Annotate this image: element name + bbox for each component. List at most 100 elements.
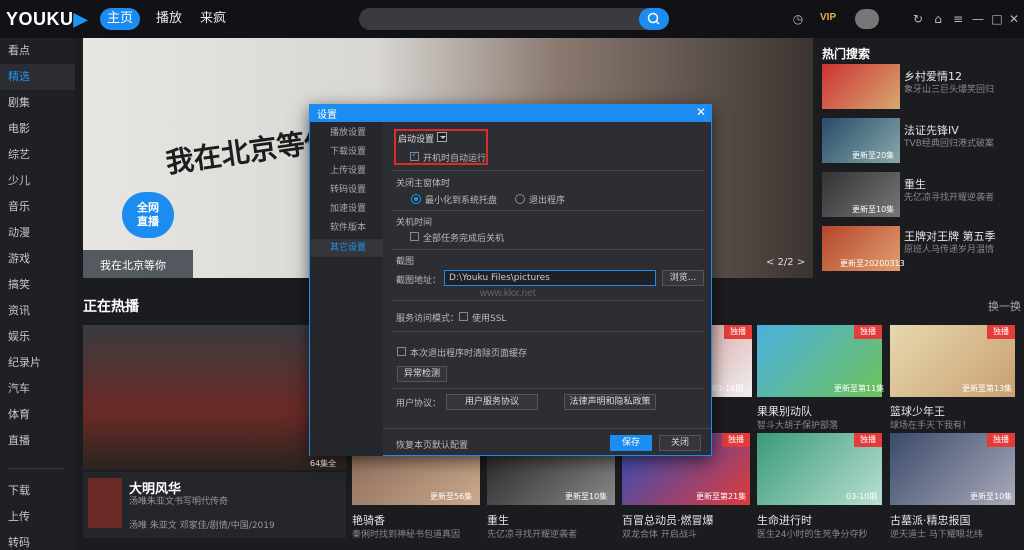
sidebar-item-upload[interactable]: 上传	[0, 504, 75, 530]
exclusive-badge: 独播	[722, 433, 750, 447]
privacy-policy-button[interactable]: 法律声明和隐私政策	[564, 394, 656, 410]
exclusive-badge: 独播	[854, 433, 882, 447]
history-clock-icon[interactable]: ◷	[790, 11, 806, 27]
sidebar-item-movies[interactable]: 电影	[0, 116, 75, 142]
window-close-icon[interactable]: ✕	[1006, 11, 1022, 27]
sidebar-item-variety[interactable]: 综艺	[0, 142, 75, 168]
startup-section-label: 启动设置	[398, 135, 435, 145]
dialog-nav-version[interactable]: 软件版本	[310, 219, 383, 237]
restore-default-link[interactable]: 恢复本页默认配置	[396, 438, 468, 451]
autostart-checkbox[interactable]	[410, 150, 419, 161]
feature-episode: 64集全	[310, 459, 337, 468]
avatar[interactable]	[855, 9, 879, 29]
card-episode: 更新至第13集	[962, 384, 1013, 393]
search-input[interactable]	[359, 8, 669, 30]
card-desc: 双龙合体 开启战斗	[622, 530, 697, 540]
minimize-icon[interactable]: —	[970, 11, 986, 27]
nav-laifeng[interactable]: 来疯	[196, 8, 230, 30]
vip-label[interactable]: VIP	[820, 12, 836, 23]
card-episode: 更新至第21集	[696, 492, 747, 501]
screenshot-path-input[interactable]: D:\Youku Files\pictures	[444, 270, 656, 286]
search-button[interactable]	[639, 8, 669, 30]
radio-exit-label: 退出程序	[529, 196, 566, 206]
divider	[392, 388, 704, 389]
maximize-icon[interactable]: □	[989, 11, 1005, 27]
dialog-titlebar[interactable]	[309, 104, 712, 122]
refresh-link[interactable]: 换一换	[988, 298, 1021, 314]
sidebar-item-kandian[interactable]: 看点	[0, 38, 75, 64]
hot-search-thumb[interactable]	[822, 64, 900, 109]
card-title[interactable]: 篮球少年王	[890, 403, 945, 419]
close-button[interactable]: 关闭	[659, 435, 701, 451]
close-main-label: 关闭主窗体时	[396, 179, 451, 189]
youku-logo[interactable]: YOUKU▶	[6, 9, 88, 30]
user-agreement-button[interactable]: 用户服务协议	[446, 394, 538, 410]
exclusive-badge: 独播	[987, 325, 1015, 339]
sidebar-item-funny[interactable]: 搞笑	[0, 272, 75, 298]
live-badge: 全网 直播	[122, 192, 174, 238]
sidebar-item-auto[interactable]: 汽车	[0, 376, 75, 402]
divider	[392, 331, 704, 332]
ssl-checkbox[interactable]	[459, 312, 468, 321]
sidebar-item-kids[interactable]: 少儿	[0, 168, 75, 194]
card-episode: 更新至56集	[430, 492, 473, 501]
feature-mini-poster[interactable]	[88, 478, 122, 528]
dialog-nav-playback[interactable]: 播放设置	[310, 124, 383, 142]
exclusive-badge: 独播	[987, 433, 1015, 447]
shutdown-label: 关机时间	[396, 218, 433, 228]
logo-text: YOUKU	[6, 9, 74, 29]
card-desc: 先亿凉寻找开耀逆袭者	[487, 530, 578, 540]
sidebar-item-documentary[interactable]: 纪录片	[0, 350, 75, 376]
card-title[interactable]: 生命进行时	[757, 512, 812, 528]
divider	[392, 210, 704, 211]
sidebar-item-music[interactable]: 音乐	[0, 194, 75, 220]
hot-search-title: 热门搜索	[822, 47, 871, 61]
sidebar-item-anime[interactable]: 动漫	[0, 220, 75, 246]
sidebar-item-series[interactable]: 剧集	[0, 90, 75, 116]
sidebar-item-featured[interactable]: 精选	[0, 64, 75, 90]
card-title[interactable]: 艳骑香	[352, 512, 385, 528]
save-button[interactable]: 保存	[610, 435, 652, 451]
sidebar-item-transcode[interactable]: 转码	[0, 530, 75, 550]
screenshot-path-label: 截图地址：	[396, 276, 442, 286]
radio-minimize-tray[interactable]	[411, 194, 421, 204]
hot-search-desc: 先亿凉寻找开耀逆袭者	[904, 193, 995, 203]
dialog-nav-transcode[interactable]: 转码设置	[310, 181, 383, 199]
dialog-nav-accelerate[interactable]: 加速设置	[310, 200, 383, 218]
card-desc: 智斗大胡子保护部落	[757, 421, 839, 431]
detect-button[interactable]: 异常检测	[397, 366, 447, 382]
agreement-label: 用户协议：	[396, 399, 442, 409]
hot-search-desc: 象牙山三巨头爆笑回归	[904, 85, 995, 95]
nav-home[interactable]: 主页	[100, 8, 140, 30]
hot-search-desc: 原班人马传递岁月温情	[904, 245, 995, 255]
sidebar-item-download[interactable]: 下载	[0, 478, 75, 504]
logo-arrow-icon: ▶	[73, 9, 88, 29]
browse-button[interactable]: 浏览...	[662, 270, 704, 286]
sidebar-item-games[interactable]: 游戏	[0, 246, 75, 272]
dialog-nav-download[interactable]: 下载设置	[310, 143, 383, 161]
sidebar-item-news[interactable]: 资讯	[0, 298, 75, 324]
screenshot-label: 截图	[396, 257, 415, 267]
skin-shirt-icon[interactable]: ⌂	[930, 11, 946, 27]
dialog-nav-upload[interactable]: 上传设置	[310, 162, 383, 180]
sidebar-item-entertainment[interactable]: 娱乐	[0, 324, 75, 350]
radio-exit-program[interactable]	[515, 194, 525, 204]
card-title[interactable]: 古墓派·精忠报国	[890, 512, 971, 528]
card-title[interactable]: 重生	[487, 512, 509, 528]
dialog-nav-other[interactable]: 其它设置	[310, 239, 383, 257]
shutdown-checkbox[interactable]	[410, 232, 419, 241]
feature-poster[interactable]	[83, 325, 346, 470]
card-title[interactable]: 果果别动队	[757, 403, 812, 419]
dialog-close-icon[interactable]: ✕	[694, 104, 708, 120]
card-desc: 逆天道士 马下耀眼北纬	[890, 530, 983, 540]
banner-pager[interactable]: < 2/2 >	[766, 257, 805, 268]
startup-dropdown[interactable]	[437, 132, 447, 142]
nav-play[interactable]: 播放	[152, 8, 186, 30]
banner-caption[interactable]: 我在北京等你	[100, 257, 166, 273]
sidebar-item-sports[interactable]: 体育	[0, 402, 75, 428]
menu-icon[interactable]: ≡	[950, 11, 966, 27]
clear-cache-checkbox[interactable]	[397, 347, 406, 356]
card-title[interactable]: 百冒总动员·燃冒爆	[622, 512, 714, 528]
refresh-icon[interactable]: ↻	[910, 11, 926, 27]
sidebar-item-live[interactable]: 直播	[0, 428, 75, 454]
